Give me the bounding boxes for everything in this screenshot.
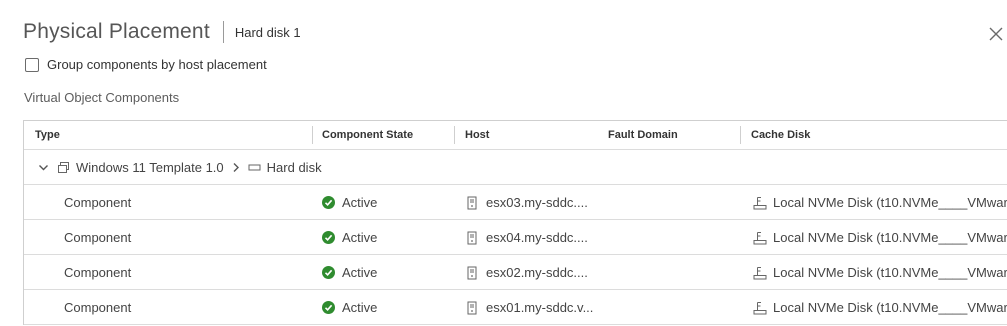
table-row[interactable]: Component Active esx04.my-sddc.... Local… xyxy=(24,220,1007,255)
check-circle-icon xyxy=(322,196,335,209)
column-header-host[interactable]: Host xyxy=(465,129,489,141)
state-text: Active xyxy=(342,230,378,245)
cell-type: Component xyxy=(64,195,132,210)
host-server-icon xyxy=(467,301,477,315)
nvme-disk-icon xyxy=(753,301,767,315)
column-header-fault-domain[interactable]: Fault Domain xyxy=(608,129,678,141)
chevron-right-icon xyxy=(232,162,240,173)
cell-state: Active xyxy=(322,230,377,245)
dialog-subtitle: Hard disk 1 xyxy=(234,24,301,40)
nvme-disk-icon xyxy=(753,196,767,210)
vm-template-icon xyxy=(57,161,70,174)
host-server-icon xyxy=(467,231,477,245)
cache-disk-name[interactable]: Local NVMe Disk (t10.NVMe____VMware_ xyxy=(773,195,1007,210)
table-row[interactable]: Component Active esx01.my-sddc.v... Loca… xyxy=(24,290,1007,325)
dialog-title: Physical Placement xyxy=(23,20,210,43)
cell-type: Component xyxy=(64,300,132,315)
vm-name[interactable]: Windows 11 Template 1.0 xyxy=(76,160,224,175)
state-text: Active xyxy=(342,265,378,280)
column-divider[interactable] xyxy=(312,126,313,144)
cell-cache-disk[interactable]: Local NVMe Disk (t10.NVMe____VMware_ xyxy=(753,195,1007,210)
table-row[interactable]: Component Active esx02.my-sddc.... Local… xyxy=(24,255,1007,290)
cell-type: Component xyxy=(64,265,132,280)
cell-state: Active xyxy=(322,265,377,280)
cache-disk-name[interactable]: Local NVMe Disk (t10.NVMe____VMware_ xyxy=(773,265,1007,280)
column-header-cache-disk[interactable]: Cache Disk xyxy=(751,129,810,141)
check-circle-icon xyxy=(322,231,335,244)
hard-disk-icon xyxy=(248,163,261,172)
group-by-host-checkbox[interactable] xyxy=(25,57,39,72)
column-header-type[interactable]: Type xyxy=(35,129,60,141)
cell-cache-disk[interactable]: Local NVMe Disk (t10.NVMe____VMware_ xyxy=(753,265,1007,280)
state-text: Active xyxy=(342,300,378,315)
cache-disk-name[interactable]: Local NVMe Disk (t10.NVMe____VMware_ xyxy=(773,230,1007,245)
components-table: Type Component State Host Fault Domain C… xyxy=(23,120,1007,325)
column-header-state[interactable]: Component State xyxy=(322,129,413,141)
chevron-down-icon[interactable] xyxy=(38,162,49,173)
cell-host[interactable]: esx02.my-sddc.... xyxy=(467,265,588,280)
state-text: Active xyxy=(342,195,378,210)
column-divider[interactable] xyxy=(740,126,741,144)
cell-state: Active xyxy=(322,195,377,210)
host-name[interactable]: esx03.my-sddc.... xyxy=(486,195,588,210)
group-by-host-label: Group components by host placement xyxy=(47,57,267,72)
group-row-path: Windows 11 Template 1.0 Hard disk xyxy=(38,160,322,175)
nvme-disk-icon xyxy=(753,231,767,245)
cell-state: Active xyxy=(322,300,377,315)
host-name[interactable]: esx01.my-sddc.v... xyxy=(486,300,593,315)
cache-disk-name[interactable]: Local NVMe Disk (t10.NVMe____VMware_ xyxy=(773,300,1007,315)
table-row[interactable]: Component Active esx03.my-sddc.... Local… xyxy=(24,185,1007,220)
nvme-disk-icon xyxy=(753,266,767,280)
section-title: Virtual Object Components xyxy=(24,90,180,105)
host-name[interactable]: esx04.my-sddc.... xyxy=(486,230,588,245)
close-icon[interactable] xyxy=(986,24,1006,44)
disk-name[interactable]: Hard disk xyxy=(267,160,322,175)
cell-type: Component xyxy=(64,230,132,245)
group-row[interactable]: Windows 11 Template 1.0 Hard disk xyxy=(24,150,1007,185)
table-header: Type Component State Host Fault Domain C… xyxy=(24,121,1007,150)
host-server-icon xyxy=(467,266,477,280)
group-by-host-option[interactable]: Group components by host placement xyxy=(25,57,267,72)
column-divider[interactable] xyxy=(454,126,455,144)
host-server-icon xyxy=(467,196,477,210)
title-divider xyxy=(222,21,224,43)
dialog-header: Physical Placement Hard disk 1 xyxy=(23,18,301,46)
cell-host[interactable]: esx01.my-sddc.v... xyxy=(467,300,593,315)
cell-host[interactable]: esx04.my-sddc.... xyxy=(467,230,588,245)
check-circle-icon xyxy=(322,266,335,279)
check-circle-icon xyxy=(322,301,335,314)
host-name[interactable]: esx02.my-sddc.... xyxy=(486,265,588,280)
cell-cache-disk[interactable]: Local NVMe Disk (t10.NVMe____VMware_ xyxy=(753,300,1007,315)
cell-host[interactable]: esx03.my-sddc.... xyxy=(467,195,588,210)
cell-cache-disk[interactable]: Local NVMe Disk (t10.NVMe____VMware_ xyxy=(753,230,1007,245)
